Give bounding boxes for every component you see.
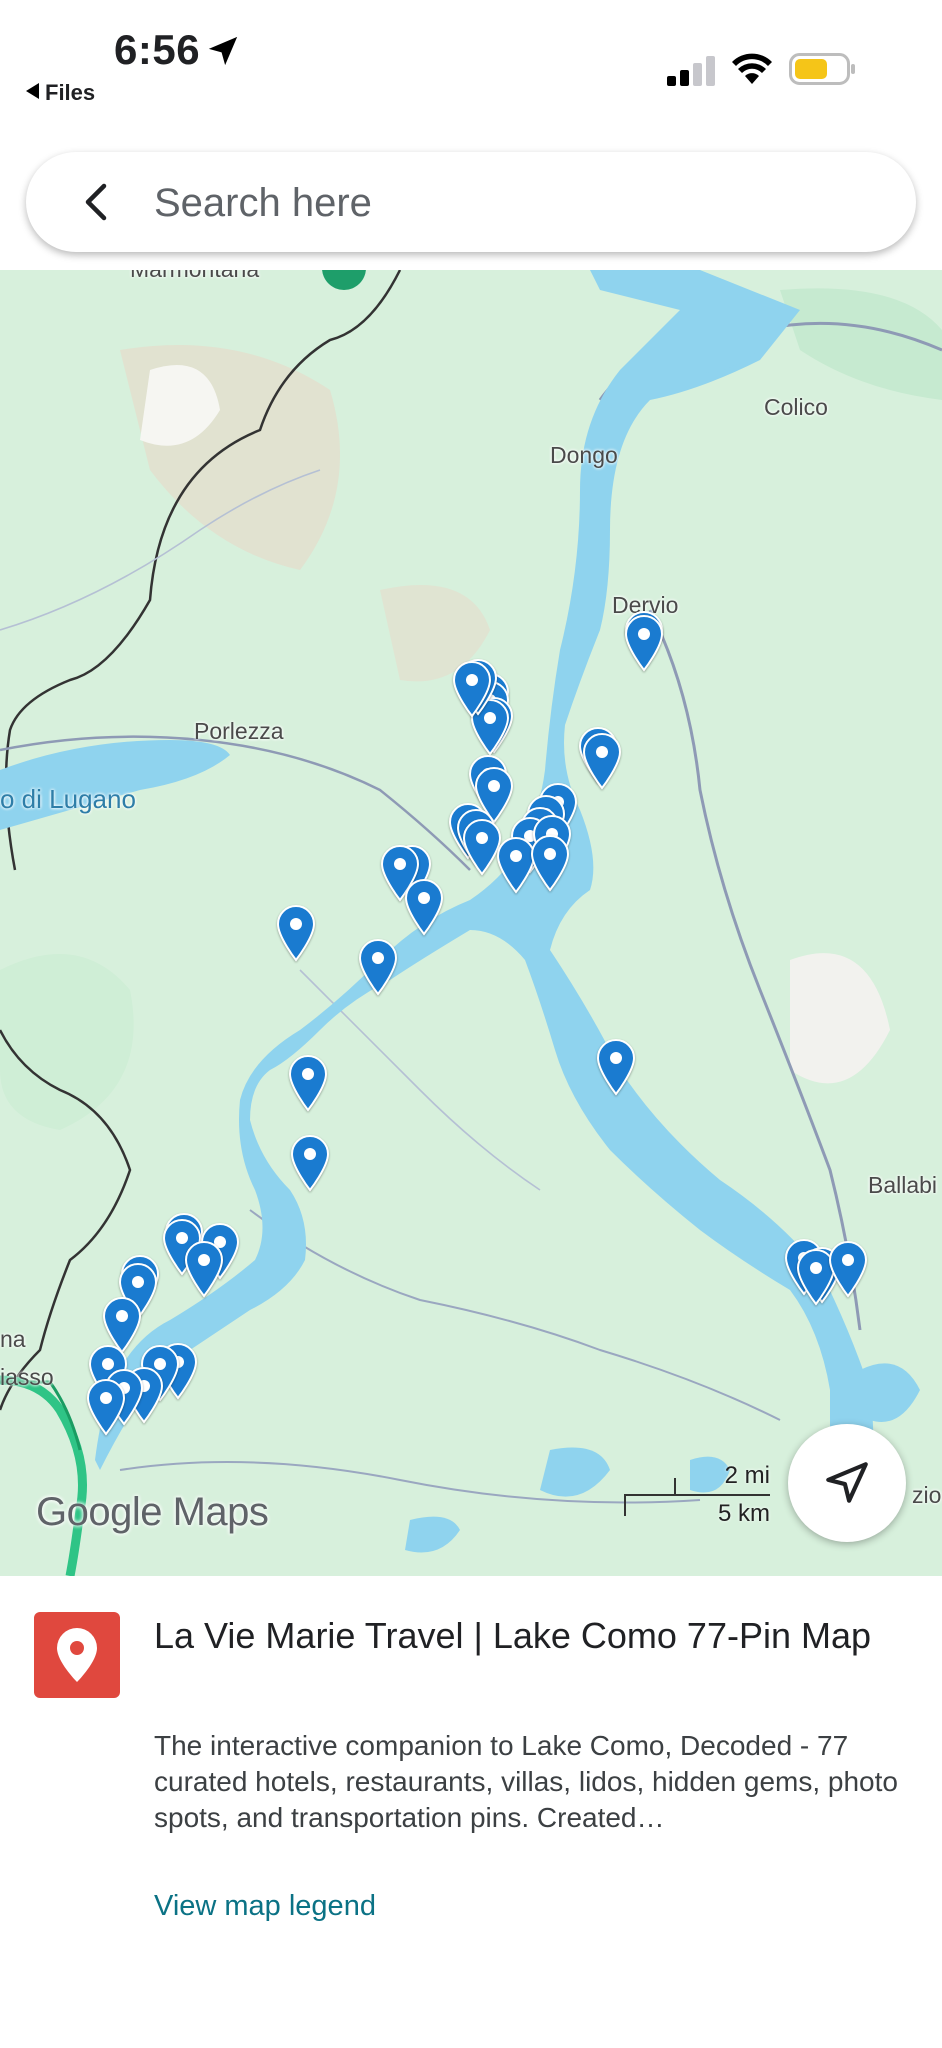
back-to-files-label: Files — [45, 80, 96, 105]
location-arrow-icon — [208, 36, 238, 66]
map-label-ballabio: Ballabi — [868, 1172, 938, 1198]
search-input[interactable] — [152, 174, 876, 232]
map-pin-icon[interactable] — [624, 614, 664, 672]
map-pin-icon[interactable] — [290, 1134, 330, 1192]
map-pin-icon[interactable] — [288, 1054, 328, 1112]
map-title: La Vie Marie Travel | Lake Como 77-Pin M… — [154, 1615, 872, 1656]
scale-metric: 5 km — [717, 1500, 770, 1527]
status-bar: 6:56 Files — [0, 0, 942, 130]
map-label-chiasso: iasso — [0, 1364, 54, 1390]
map-pin-icon[interactable] — [358, 938, 398, 996]
map-pin-icon[interactable] — [828, 1240, 868, 1298]
search-bar — [26, 152, 916, 252]
map-label-lecco-edge: zio — [912, 1482, 942, 1508]
map-pin-icon[interactable] — [404, 878, 444, 936]
map-info-sheet: La Vie Marie Travel | Lake Como 77-Pin M… — [0, 1576, 942, 2048]
map-pin-icon[interactable] — [452, 660, 492, 718]
map-pin-icon[interactable] — [184, 1240, 224, 1298]
google-maps-attribution: Google Maps — [36, 1490, 269, 1534]
map-pin-logo — [34, 1612, 120, 1698]
battery-icon — [789, 53, 855, 85]
map-label-porlezza: Porlezza — [194, 718, 284, 744]
map-pin-icon[interactable] — [530, 834, 570, 892]
map-label-colico: Colico — [764, 394, 828, 420]
map-description: The interactive companion to Lake Como, … — [154, 1730, 898, 1833]
back-to-files-button[interactable]: Files — [26, 80, 95, 106]
map-scale: 2 mi 5 km — [620, 1462, 770, 1532]
map-pin-icon[interactable] — [596, 1038, 636, 1096]
map-label-marmontana: Marmontana — [130, 270, 259, 283]
location-pin-icon — [57, 1628, 97, 1682]
map-label-chiasso-fragment: na — [0, 1326, 26, 1352]
my-location-button[interactable] — [788, 1424, 906, 1542]
status-time: 6:56 — [114, 26, 201, 73]
back-triangle-icon — [26, 83, 39, 99]
scale-imperial: 2 mi — [724, 1462, 770, 1489]
map-view[interactable]: Marmontana Colico Dongo Dervio Porlezza … — [0, 270, 942, 1576]
map-pin-icon[interactable] — [276, 904, 316, 962]
chevron-left-icon[interactable] — [78, 182, 118, 222]
wifi-icon — [732, 53, 772, 84]
map-pin-icon[interactable] — [582, 732, 622, 790]
map-label-lugano: o di Lugano — [0, 784, 136, 814]
cellular-signal-icon — [667, 56, 715, 86]
navigation-arrow-icon — [826, 1462, 868, 1503]
map-label-dongo: Dongo — [550, 442, 618, 468]
map-pin-icon[interactable] — [86, 1378, 126, 1436]
view-map-legend-link[interactable]: View map legend — [154, 1890, 376, 1923]
